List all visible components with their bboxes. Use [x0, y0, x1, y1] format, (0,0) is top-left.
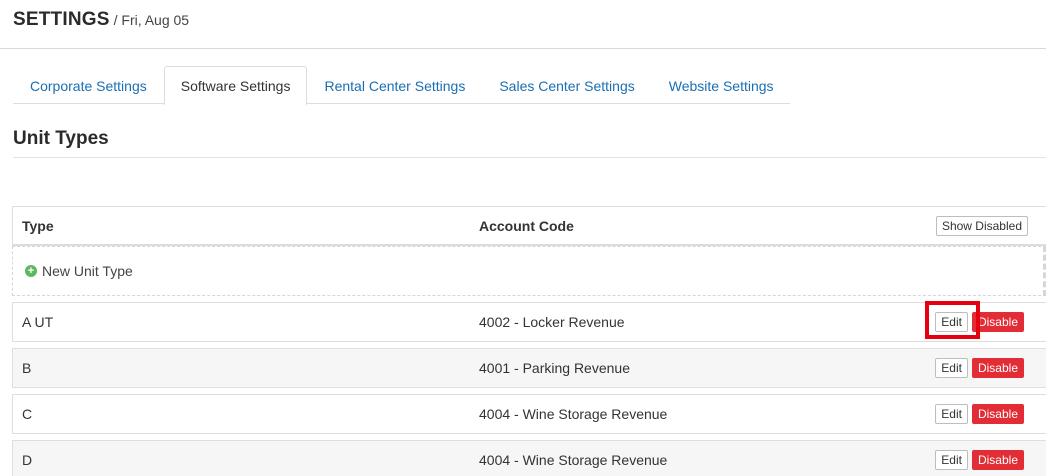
tab-website-settings[interactable]: Website Settings — [652, 66, 791, 104]
page-title: SETTINGS — [13, 9, 110, 30]
table-row: B 4001 - Parking Revenue Edit Disable — [12, 348, 1046, 388]
cell-account-code: 4001 - Parking Revenue — [479, 360, 630, 376]
cell-type: C — [22, 406, 33, 422]
tab-sales-center-settings[interactable]: Sales Center Settings — [482, 66, 651, 104]
row-actions: Edit Disable — [935, 404, 1024, 424]
page-date: / Fri, Aug 05 — [113, 12, 190, 28]
table-row: C 4004 - Wine Storage Revenue Edit Disab… — [12, 394, 1046, 434]
plus-circle-icon: + — [25, 265, 37, 277]
disable-button[interactable]: Disable — [971, 404, 1024, 424]
column-header-type: Type — [22, 217, 54, 234]
table-header: Type Account Code Show Disabled — [12, 206, 1046, 246]
tab-corporate-settings[interactable]: Corporate Settings — [13, 66, 164, 104]
row-actions: Edit Disable — [935, 312, 1024, 332]
header-divider — [0, 48, 1046, 49]
new-unit-type-link[interactable]: + New Unit Type — [25, 263, 133, 279]
edit-button[interactable]: Edit — [935, 358, 968, 378]
section-divider — [13, 157, 1046, 158]
page-header: SETTINGS / Fri, Aug 05 — [13, 9, 189, 35]
disable-button[interactable]: Disable — [971, 450, 1024, 470]
cell-account-code: 4004 - Wine Storage Revenue — [479, 452, 668, 468]
cell-account-code: 4004 - Wine Storage Revenue — [479, 406, 668, 422]
edit-button[interactable]: Edit — [935, 450, 968, 470]
new-unit-type-row: + New Unit Type — [12, 246, 1046, 296]
row-actions: Edit Disable — [935, 358, 1024, 378]
edit-button[interactable]: Edit — [935, 404, 968, 424]
table-row: D 4004 - Wine Storage Revenue Edit Disab… — [12, 440, 1046, 476]
edit-button[interactable]: Edit — [935, 312, 968, 332]
new-unit-type-label: New Unit Type — [42, 263, 133, 279]
disable-button[interactable]: Disable — [971, 312, 1024, 332]
show-disabled-button[interactable]: Show Disabled — [935, 216, 1028, 236]
tab-rental-center-settings[interactable]: Rental Center Settings — [307, 66, 482, 104]
column-header-account-code: Account Code — [479, 217, 574, 234]
row-actions: Edit Disable — [935, 450, 1024, 470]
tab-software-settings[interactable]: Software Settings — [163, 66, 308, 105]
cell-account-code: 4002 - Locker Revenue — [479, 314, 625, 330]
cell-type: B — [22, 360, 32, 376]
disable-button[interactable]: Disable — [971, 358, 1024, 378]
cell-type: A UT — [22, 314, 54, 330]
section-title: Unit Types — [13, 128, 109, 149]
table-row: A UT 4002 - Locker Revenue Edit Disable — [12, 302, 1046, 342]
cell-type: D — [22, 452, 33, 468]
unit-types-table: Type Account Code Show Disabled + New Un… — [12, 206, 1046, 476]
settings-tabs: Corporate Settings Software Settings Ren… — [13, 66, 791, 105]
